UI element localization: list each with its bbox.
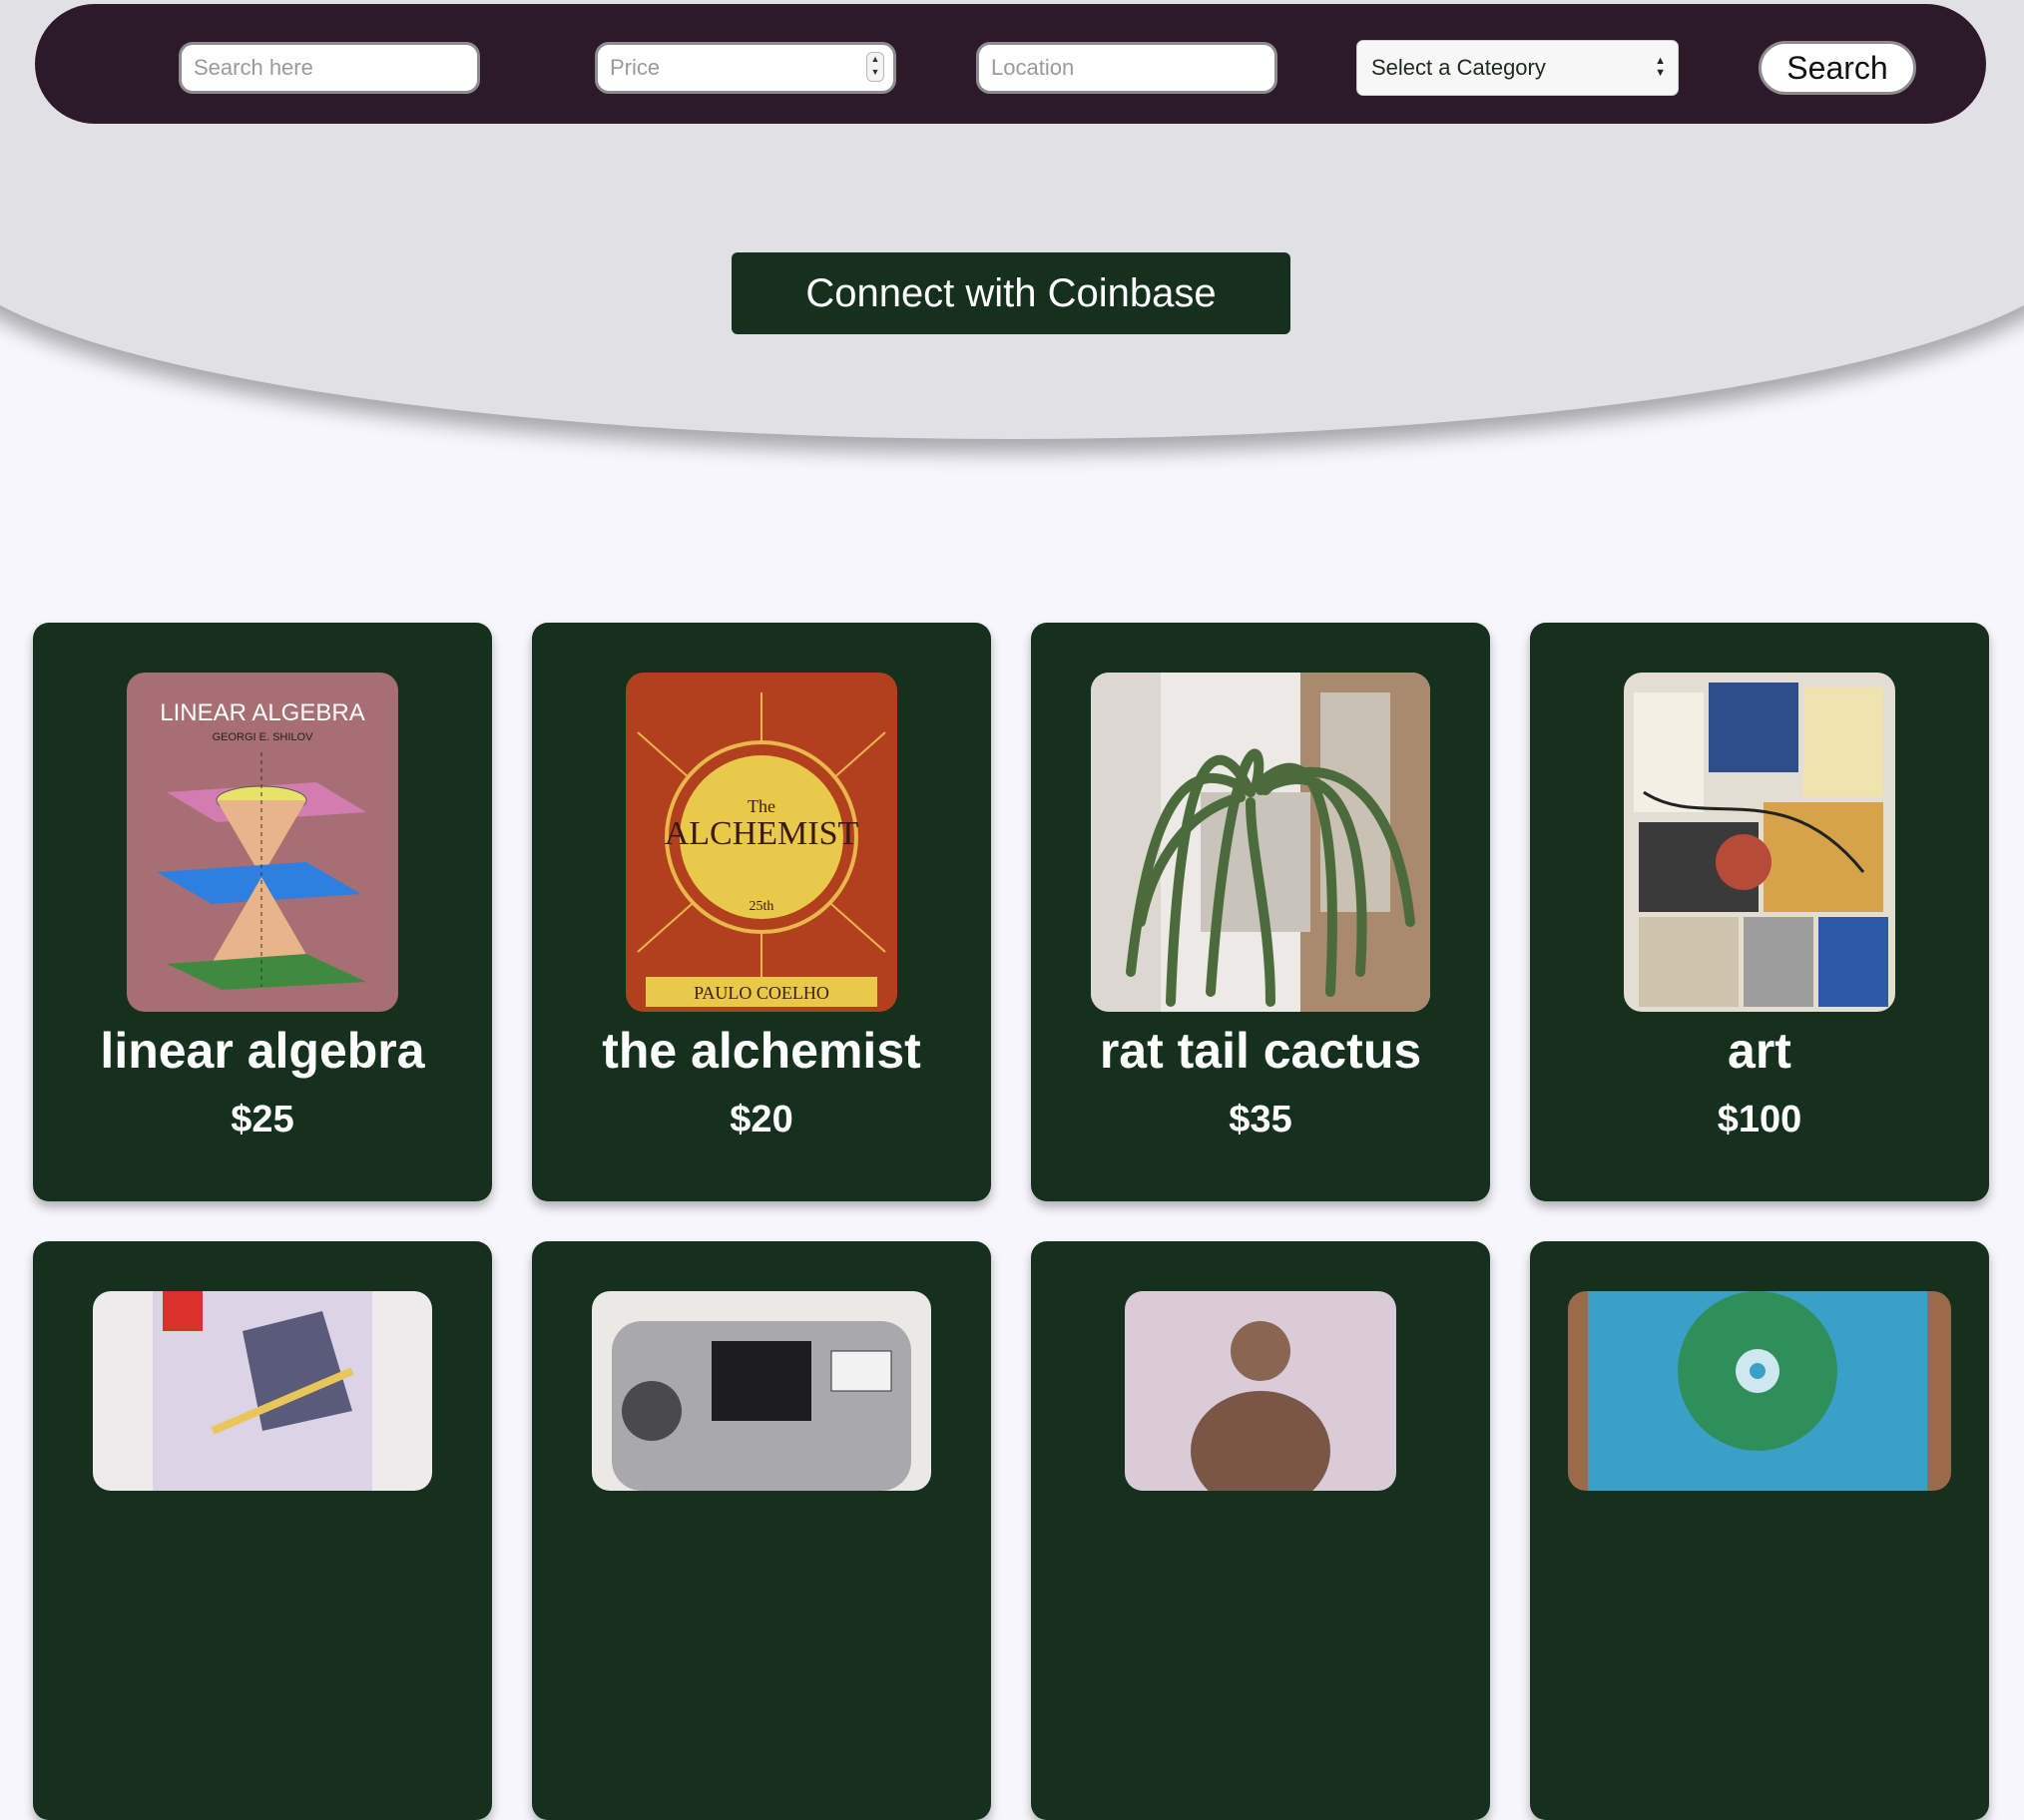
listing-image-buddha-statue — [1125, 1291, 1396, 1491]
listing-card[interactable] — [1530, 1241, 1989, 1820]
svg-text:GEORGI E. SHILOV: GEORGI E. SHILOV — [213, 731, 314, 743]
listing-image-the-alchemist: The ALCHEMIST 25th PAULO COELHO — [626, 673, 897, 1012]
listing-image-gorillaz-cd — [1568, 1291, 1951, 1491]
price-field-wrap: ▲▼ — [595, 42, 896, 94]
listing-card[interactable] — [1031, 1241, 1490, 1820]
listing-title: rat tail cactus — [1099, 1023, 1422, 1079]
listing-card[interactable]: art $100 — [1530, 623, 1989, 1201]
svg-text:LINEAR ALGEBRA: LINEAR ALGEBRA — [160, 699, 364, 726]
listing-price: $100 — [1717, 1099, 1802, 1140]
connect-coinbase-button[interactable]: Connect with Coinbase — [732, 252, 1290, 334]
listing-card[interactable]: LINEAR ALGEBRA GEORGI E. SHILOV linear a… — [33, 623, 492, 1201]
svg-text:The: The — [748, 796, 775, 816]
listing-card[interactable]: The ALCHEMIST 25th PAULO COELHO the alch… — [532, 623, 991, 1201]
location-input[interactable] — [976, 42, 1277, 94]
listing-image-art-collage — [1624, 673, 1895, 1012]
search-bar: ▲▼ Select a Category ▲▼ Search — [35, 4, 1986, 124]
listing-title: art — [1728, 1023, 1791, 1079]
listing-image-linear-algebra: LINEAR ALGEBRA GEORGI E. SHILOV — [127, 673, 398, 1012]
search-input[interactable] — [179, 42, 480, 94]
listing-image-film-camera — [592, 1291, 931, 1491]
listing-image-rat-tail-cactus — [1091, 673, 1430, 1012]
listing-card[interactable]: rat tail cactus $35 — [1031, 623, 1490, 1201]
search-button[interactable]: Search — [1759, 41, 1916, 95]
listing-card[interactable] — [532, 1241, 991, 1820]
select-arrows-icon: ▲ ▼ — [1655, 55, 1666, 79]
price-stepper[interactable]: ▲ ▼ — [866, 52, 884, 82]
category-select-value: Select a Category — [1371, 55, 1546, 80]
price-input[interactable] — [595, 42, 896, 94]
listing-price: $25 — [231, 1099, 294, 1140]
listing-image-switch-game — [93, 1291, 432, 1491]
listing-price: $35 — [1229, 1099, 1292, 1140]
svg-text:ALCHEMIST: ALCHEMIST — [665, 815, 859, 852]
listing-title: the alchemist — [602, 1023, 921, 1079]
svg-text:25th: 25th — [750, 899, 774, 914]
svg-text:PAULO COELHO: PAULO COELHO — [694, 983, 829, 1003]
listing-price: $20 — [730, 1099, 793, 1140]
listing-card[interactable] — [33, 1241, 492, 1820]
category-select[interactable]: Select a Category ▲ ▼ — [1356, 40, 1679, 96]
listing-title: linear algebra — [100, 1023, 425, 1079]
